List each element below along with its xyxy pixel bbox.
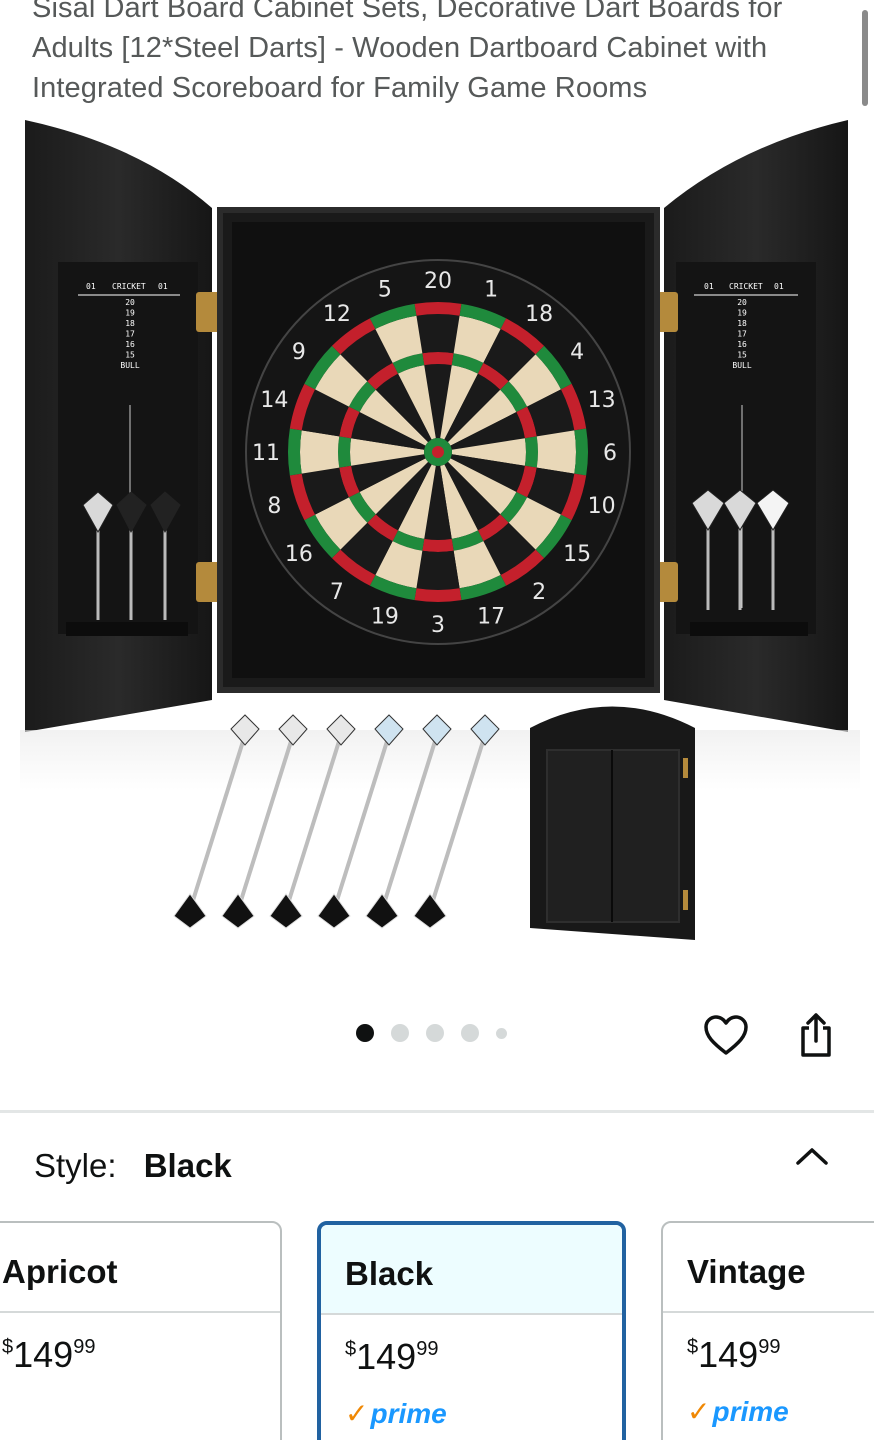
- board-number: 13: [588, 388, 616, 413]
- style-selector-header: Style: Black: [34, 1146, 232, 1186]
- board-number: 9: [292, 340, 306, 365]
- pagination-dot[interactable]: [496, 1027, 507, 1039]
- pagination-dot[interactable]: [391, 1024, 409, 1042]
- board-number: 16: [285, 542, 313, 567]
- board-number: 2: [532, 580, 546, 605]
- scoreboard-row: 16: [737, 340, 747, 349]
- dart-flight: [317, 893, 351, 929]
- board-number: 8: [267, 494, 281, 519]
- svg-text:01: 01: [704, 282, 714, 291]
- board-number: 6: [603, 441, 617, 466]
- svg-text:01: 01: [158, 282, 168, 291]
- dartboard-cabinet-image: 01 CRICKET 01 201918171615BULL 01 CRICKE…: [20, 120, 860, 940]
- heart-icon[interactable]: [701, 1010, 751, 1060]
- prime-check-icon: ✓: [687, 1396, 711, 1427]
- dart-flight: [173, 893, 207, 929]
- scoreboard-row: 19: [737, 309, 747, 318]
- board-number: 15: [563, 542, 591, 567]
- style-option-apricot[interactable]: Apricot $14999: [0, 1221, 282, 1440]
- prime-check-icon: ✓: [345, 1398, 369, 1429]
- board-number: 1: [484, 277, 498, 302]
- style-option-name: Apricot: [0, 1223, 280, 1313]
- board-number: 4: [570, 340, 584, 365]
- style-option-vintage[interactable]: Vintage $14999 ✓prime: [661, 1221, 874, 1440]
- style-option-price: $14999: [2, 1334, 96, 1375]
- board-number: 14: [260, 388, 288, 413]
- style-option-name: Vintage: [663, 1223, 874, 1313]
- scoreboard-row: 15: [737, 351, 747, 360]
- scoreboard-row: 15: [125, 351, 135, 360]
- scoreboard-row: 19: [125, 309, 135, 318]
- style-option-price: $14999: [345, 1336, 439, 1377]
- scoreboard-row: BULL: [120, 361, 139, 370]
- scoreboard-row: 20: [737, 298, 747, 307]
- style-option-name: Black: [321, 1225, 622, 1315]
- scoreboard-row: BULL: [732, 361, 751, 370]
- pagination-dot[interactable]: [461, 1024, 479, 1042]
- right-scoreboard-panel: [676, 262, 816, 634]
- board-number: 3: [431, 613, 445, 638]
- board-number: 19: [371, 605, 399, 630]
- dart-flight: [413, 893, 447, 929]
- svg-text:CRICKET: CRICKET: [729, 282, 763, 291]
- board-number: 20: [424, 269, 452, 294]
- dart-flight: [221, 893, 255, 929]
- board-number: 7: [330, 580, 344, 605]
- board-number: 5: [378, 277, 392, 302]
- section-divider: [0, 1110, 874, 1113]
- board-number: 10: [588, 494, 616, 519]
- scoreboard-row: 16: [125, 340, 135, 349]
- prime-badge: ✓prime: [345, 1398, 447, 1429]
- dartboard: 20 1 18 413 6 10 15 2 17 3 19 7 168 11 149 12 5: [245, 259, 631, 645]
- dart-flight: [365, 893, 399, 929]
- prime-badge: ✓prime: [687, 1396, 789, 1427]
- board-number: 12: [323, 302, 351, 327]
- scoreboard-row: 18: [125, 319, 135, 328]
- product-image[interactable]: 01 CRICKET 01 20 19 18 17 16 15 BULL 01 CRICKE…: [0, 110, 874, 990]
- svg-text:CRICKET: CRICKET: [112, 282, 146, 291]
- style-option-price: $14999: [687, 1334, 781, 1375]
- image-pagination: [356, 1024, 507, 1042]
- left-scoreboard-panel: [58, 262, 198, 634]
- scoreboard-row: 18: [737, 319, 747, 328]
- share-icon[interactable]: [791, 1010, 841, 1060]
- board-number: 17: [477, 605, 505, 630]
- chevron-up-icon[interactable]: [790, 1138, 834, 1174]
- pagination-dot[interactable]: [356, 1024, 374, 1042]
- scoreboard-row: 17: [125, 330, 135, 339]
- scoreboard-row: 17: [737, 330, 747, 339]
- svg-text:01: 01: [86, 282, 96, 291]
- style-label: Style:: [34, 1147, 117, 1184]
- scrollbar-thumb[interactable]: [862, 10, 868, 106]
- selected-style-value: Black: [143, 1147, 232, 1184]
- closed-cabinet: [530, 706, 695, 940]
- board-number: 11: [252, 441, 280, 466]
- board-number: 18: [525, 302, 553, 327]
- pagination-dot[interactable]: [426, 1024, 444, 1042]
- scoreboard-row: 20: [125, 298, 135, 307]
- product-title: Sisal Dart Board Cabinet Sets, Decorativ…: [32, 0, 783, 104]
- style-option-black[interactable]: Black $14999 ✓prime: [317, 1221, 626, 1440]
- svg-text:01: 01: [774, 282, 784, 291]
- dart-flight: [269, 893, 303, 929]
- product-title-block: Sisal Dart Board Cabinet Sets, Decorativ…: [32, 0, 852, 108]
